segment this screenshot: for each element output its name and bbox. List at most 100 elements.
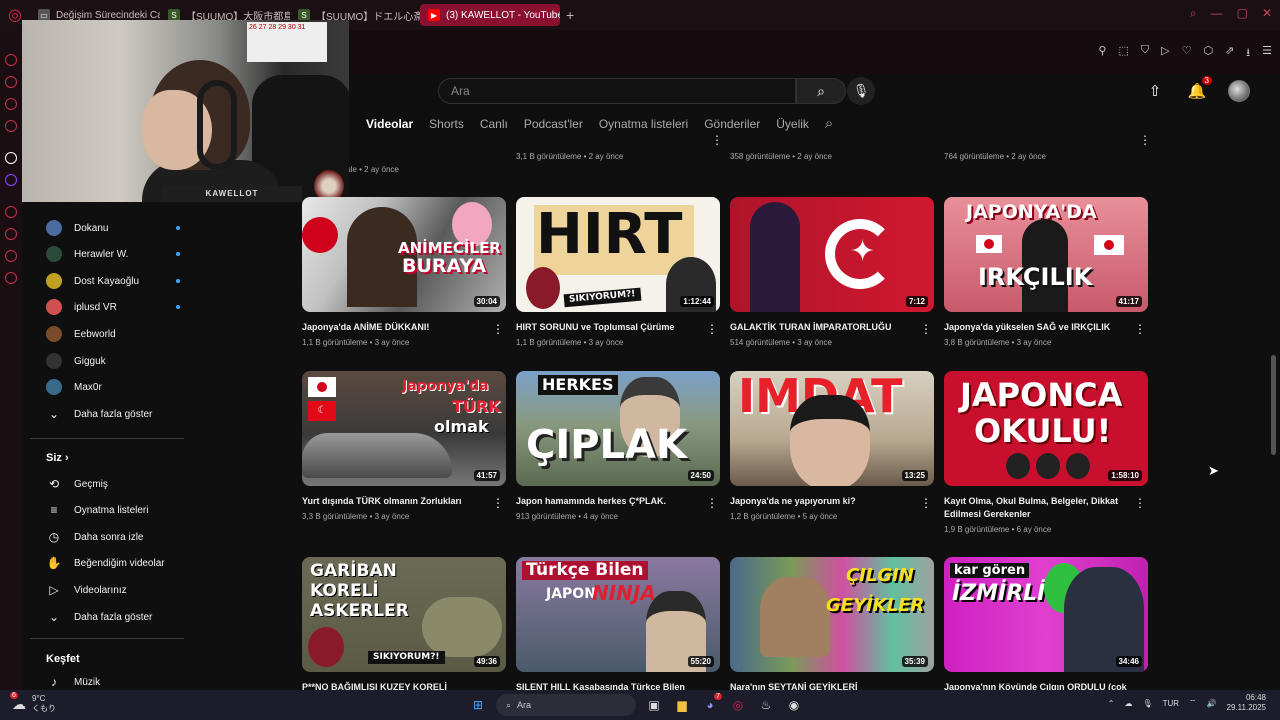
video-card[interactable]: JAPONCA OKULU! 1:58:10 Kayıt Olma, Okul … xyxy=(944,371,1148,534)
twitch-icon[interactable] xyxy=(5,174,17,186)
sidebar-app-icon[interactable] xyxy=(5,206,17,218)
sidebar-item-watch-later[interactable]: ◷ Daha sonra izle xyxy=(46,527,180,547)
channel-search-icon[interactable]: ⌕ xyxy=(825,115,833,132)
subscription-item[interactable]: Herawler W. xyxy=(46,244,180,264)
tab-posts[interactable]: Gönderiler xyxy=(704,117,760,131)
sidebar-item-playlists[interactable]: ≡ Oynatma listeleri xyxy=(46,500,180,520)
video-title[interactable]: Yurt dışında TÜRK olmanın Zorlukları xyxy=(302,495,506,508)
video-title[interactable]: Kayıt Olma, Okul Bulma, Belgeler, Dikkat… xyxy=(944,495,1148,521)
video-thumbnail[interactable]: ✦ 7:12 xyxy=(730,197,934,312)
steam-icon[interactable]: ♨ xyxy=(756,695,776,715)
microphone-icon[interactable]: 🎙 xyxy=(1142,699,1152,708)
new-tab-button[interactable]: + xyxy=(560,7,580,23)
wifi-icon[interactable]: ⌔ xyxy=(1189,698,1197,708)
more-options-icon[interactable]: ⋮ xyxy=(1134,322,1146,336)
video-thumbnail[interactable]: HIRT SIKIYORUM?! 1:12:44 xyxy=(516,197,720,312)
video-card[interactable]: kar gören İZMİRLİ 34:46 Japonya'nın Köyü… xyxy=(944,557,1148,694)
more-options-icon[interactable]: ⋮ xyxy=(1139,133,1151,147)
video-title[interactable]: Japon hamamında herkes Ç*PLAK. xyxy=(516,495,720,508)
heart-icon[interactable]: ♡ xyxy=(1182,44,1192,63)
maximize-button[interactable]: ▢ xyxy=(1237,6,1248,21)
close-button[interactable]: ✕ xyxy=(1262,6,1272,21)
play-icon[interactable]: ▷ xyxy=(1161,44,1169,63)
tab-podcasts[interactable]: Podcast'ler xyxy=(524,117,583,131)
subscription-item[interactable]: Dost Kayaoğlu xyxy=(46,271,180,291)
sidebar-app-icon[interactable] xyxy=(5,228,17,240)
cloud-sync-icon[interactable]: ☁ xyxy=(1124,699,1132,708)
video-thumbnail[interactable]: ANİMECİLER BURAYA 30:04 xyxy=(302,197,506,312)
video-card[interactable]: ✦ 7:12 GALAKTİK TURAN İMPARATORLUĞU 514 … xyxy=(730,197,934,347)
video-card[interactable]: ANİMECİLER BURAYA 30:04 Japonya'da ANİME… xyxy=(302,197,506,347)
volume-icon[interactable]: 🔊 xyxy=(1207,699,1217,708)
browser-tab-active[interactable]: ▶ (3) KAWELLOT - YouTube xyxy=(420,4,560,26)
video-thumbnail[interactable]: HERKES ÇIPLAK 24:50 xyxy=(516,371,720,486)
video-thumbnail[interactable]: Türkçe Bilen JAPON NINJA 55:20 xyxy=(516,557,720,672)
snapshot-icon[interactable]: ⬚ xyxy=(1118,44,1128,63)
search-tabs-icon[interactable]: ⌕ xyxy=(1190,6,1197,21)
more-options-icon[interactable]: ⋮ xyxy=(492,322,504,336)
video-thumbnail[interactable]: GARİBAN KORELİ ASKERLER SIKIYORUM?! 49:3… xyxy=(302,557,506,672)
more-options-icon[interactable]: ⋮ xyxy=(706,496,718,510)
sidebar-item-your-videos[interactable]: ▷ Videolarınız xyxy=(46,580,180,600)
video-thumbnail[interactable]: ÇILGIN GEYİKLER 35:39 xyxy=(730,557,934,672)
show-more-you[interactable]: ⌄ Daha fazla göster xyxy=(46,607,180,627)
sidebar-app-icon[interactable] xyxy=(5,250,17,262)
video-card[interactable]: HERKES ÇIPLAK 24:50 Japon hamamında herk… xyxy=(516,371,720,521)
settings-icon[interactable] xyxy=(5,272,17,284)
sidebar-app-icon[interactable] xyxy=(5,98,17,110)
tab-membership[interactable]: Üyelik xyxy=(776,117,809,131)
search-input[interactable]: Ara xyxy=(438,78,796,104)
you-heading[interactable]: Siz › xyxy=(46,452,69,464)
sidebar-app-icon[interactable] xyxy=(5,152,17,164)
account-avatar[interactable] xyxy=(1228,80,1250,102)
video-card[interactable]: ÇILGIN GEYİKLER 35:39 Nara'nın ŞEYTANİ G… xyxy=(730,557,934,694)
sidebar-app-icon[interactable] xyxy=(5,54,17,66)
video-card[interactable]: JAPONYA'DA IRKÇILIK 41:17 Japonya'da yük… xyxy=(944,197,1148,347)
download-icon[interactable]: ⭳ xyxy=(1246,44,1250,63)
discord-icon[interactable]: ◕ 7 xyxy=(700,693,722,715)
chevron-up-icon[interactable]: ⌃ xyxy=(1108,699,1115,708)
video-card[interactable]: ☾ Japonya'da TÜRK olmak 41:57 Yurt dışın… xyxy=(302,371,506,521)
file-explorer-icon[interactable]: ▆ xyxy=(672,695,692,715)
sidebar-item-liked-videos[interactable]: ✋ Beğendiğim videolar xyxy=(46,553,180,573)
video-title[interactable]: GALAKTİK TURAN İMPARATORLUĞU xyxy=(730,321,934,334)
opera-gx-icon[interactable]: ◎ xyxy=(728,695,748,715)
video-thumbnail[interactable]: kar gören İZMİRLİ 34:46 xyxy=(944,557,1148,672)
page-scrollbar[interactable] xyxy=(1271,355,1276,455)
weather-widget[interactable]: ☁ 6 9°C くもり xyxy=(10,691,56,714)
subscription-item[interactable]: Eebworld xyxy=(46,324,180,344)
video-title[interactable]: Japonya'da ANİME DÜKKANI! xyxy=(302,321,506,334)
clock[interactable]: 06:48 29.11.2025 xyxy=(1227,693,1266,714)
more-options-icon[interactable]: ⋮ xyxy=(706,322,718,336)
sidebar-app-icon[interactable] xyxy=(5,76,17,88)
video-title[interactable]: HIRT SORUNU ve Toplumsal Çürüme xyxy=(516,321,720,334)
video-title[interactable]: Japonya'da ne yapıyorum ki? xyxy=(730,495,934,508)
more-options-icon[interactable]: ⋮ xyxy=(1134,496,1146,510)
pin-icon[interactable]: ⚲ xyxy=(1098,44,1106,63)
language-indicator[interactable]: TUR xyxy=(1163,699,1179,708)
sidebar-app-icon[interactable] xyxy=(5,120,17,132)
shield-icon[interactable]: ⛉ xyxy=(1141,44,1149,63)
video-card[interactable]: GARİBAN KORELİ ASKERLER SIKIYORUM?! 49:3… xyxy=(302,557,506,707)
video-title[interactable]: Japonya'da yükselen SAĞ ve IRKÇILIK xyxy=(944,321,1148,334)
voice-search-button[interactable]: 🎙 xyxy=(847,77,875,105)
menu-icon[interactable]: ☰ xyxy=(1262,44,1272,63)
tab-live[interactable]: Canlı xyxy=(480,117,508,131)
tab-playlists[interactable]: Oynatma listeleri xyxy=(599,117,688,131)
more-options-icon[interactable]: ⋮ xyxy=(711,133,723,147)
video-thumbnail[interactable]: JAPONYA'DA IRKÇILIK 41:17 xyxy=(944,197,1148,312)
more-options-icon[interactable]: ⋮ xyxy=(920,496,932,510)
extensions-icon[interactable]: ⬡ xyxy=(1203,44,1213,63)
show-more-subscriptions[interactable]: ⌄ Daha fazla göster xyxy=(46,404,180,424)
obs-icon[interactable]: ◉ xyxy=(784,695,804,715)
taskbar-search[interactable]: ⌕ Ara xyxy=(496,694,636,716)
tab-shorts[interactable]: Shorts xyxy=(429,117,464,131)
subscription-item[interactable]: Max0r xyxy=(46,377,180,397)
search-button[interactable]: ⌕ xyxy=(796,78,846,104)
subscription-item[interactable]: iplusd VR xyxy=(46,297,180,317)
more-options-icon[interactable]: ⋮ xyxy=(920,322,932,336)
video-thumbnail[interactable]: IMDAT 13:25 xyxy=(730,371,934,486)
upload-button[interactable]: ⇧ xyxy=(1144,80,1166,102)
video-thumbnail[interactable]: JAPONCA OKULU! 1:58:10 xyxy=(944,371,1148,486)
more-options-icon[interactable]: ⋮ xyxy=(492,496,504,510)
